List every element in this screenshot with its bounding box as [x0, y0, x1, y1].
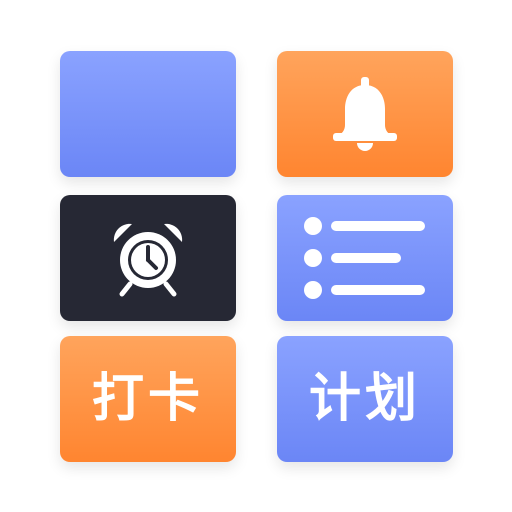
plan-tile: 计划: [277, 336, 453, 462]
plan-label: 计划: [308, 369, 421, 429]
alarm-tile: [60, 195, 236, 321]
app-icon: 打卡 计划: [0, 0, 512, 512]
checkin-tile: 打卡: [60, 336, 236, 462]
list-icon: [303, 216, 427, 300]
blank-blue-tile: [60, 51, 236, 177]
alarm-clock-icon: [108, 218, 188, 298]
bell-tile: [277, 51, 453, 177]
list-tile: [277, 195, 453, 321]
checkin-label: 打卡: [91, 369, 204, 429]
bell-icon: [333, 77, 397, 151]
